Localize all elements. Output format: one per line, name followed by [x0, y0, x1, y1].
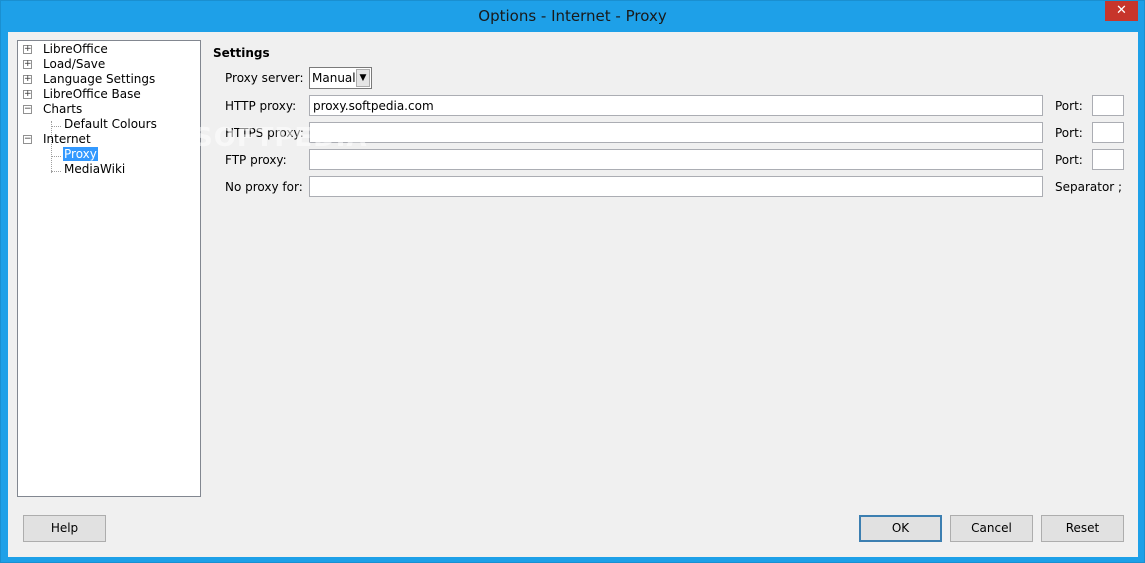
expand-icon[interactable]: +: [23, 60, 32, 69]
http-port-label: Port:: [1055, 99, 1083, 113]
close-button[interactable]: ✕: [1105, 1, 1138, 21]
tree-item-label: Charts: [43, 102, 83, 116]
tree-connector: [51, 156, 61, 157]
proxy-server-select[interactable]: Manual ▼: [309, 67, 372, 89]
proxy-server-label: Proxy server:: [225, 71, 304, 85]
ftp-port-input[interactable]: [1092, 149, 1124, 170]
tree-item-label: MediaWiki: [64, 162, 126, 176]
ok-button-label: OK: [891, 521, 910, 535]
separator-label: Separator ;: [1055, 180, 1123, 194]
title-bar[interactable]: Options - Internet - Proxy ✕: [1, 1, 1144, 32]
tree-item-label: Proxy: [63, 147, 98, 161]
no-proxy-input[interactable]: [309, 176, 1043, 197]
tree-item-label: Default Colours: [64, 117, 157, 131]
help-button[interactable]: Help: [23, 515, 106, 542]
tree-item-default-colours[interactable]: Default Colours: [64, 117, 157, 132]
reset-button-label: Reset: [1065, 521, 1100, 535]
ok-button[interactable]: OK: [859, 515, 942, 542]
expand-icon[interactable]: +: [23, 45, 32, 54]
reset-button[interactable]: Reset: [1041, 515, 1124, 542]
http-proxy-label: HTTP proxy:: [225, 99, 297, 113]
http-proxy-input[interactable]: [309, 95, 1043, 116]
tree-item-label: LibreOffice: [43, 42, 108, 56]
tree-item-proxy[interactable]: Proxy: [63, 147, 98, 162]
collapse-icon[interactable]: −: [23, 135, 32, 144]
tree-connector: [51, 126, 61, 127]
tree-connector: [51, 121, 52, 173]
window-title: Options - Internet - Proxy: [478, 7, 667, 25]
options-tree[interactable]: + LibreOffice + Load/Save + Language Set…: [17, 40, 201, 497]
collapse-icon[interactable]: −: [23, 105, 32, 114]
expand-icon[interactable]: +: [23, 75, 32, 84]
ftp-proxy-label: FTP proxy:: [225, 153, 287, 167]
https-port-label: Port:: [1055, 126, 1083, 140]
proxy-server-value: Manual: [312, 71, 356, 85]
no-proxy-label: No proxy for:: [225, 180, 303, 194]
watermark: SOFTPEDIA: [194, 123, 368, 153]
dialog-body: + LibreOffice + Load/Save + Language Set…: [8, 32, 1138, 557]
ftp-port-label: Port:: [1055, 153, 1083, 167]
tree-connector: [51, 171, 61, 172]
options-dialog: Options - Internet - Proxy ✕ + LibreOffi…: [0, 0, 1145, 563]
tree-item-label: Load/Save: [43, 57, 106, 71]
tree-item-label: Internet: [43, 132, 91, 146]
cancel-button[interactable]: Cancel: [950, 515, 1033, 542]
help-button-label: Help: [50, 521, 79, 535]
https-proxy-input[interactable]: [309, 122, 1043, 143]
tree-item-label: LibreOffice Base: [43, 87, 141, 101]
tree-item-label: Language Settings: [43, 72, 156, 86]
tree-item-mediawiki[interactable]: MediaWiki: [64, 162, 125, 177]
http-port-input[interactable]: [1092, 95, 1124, 116]
close-icon: ✕: [1116, 3, 1127, 18]
cancel-button-label: Cancel: [971, 521, 1012, 535]
expand-icon[interactable]: +: [23, 90, 32, 99]
chevron-down-icon[interactable]: ▼: [356, 69, 370, 87]
settings-heading: Settings: [213, 46, 270, 60]
https-port-input[interactable]: [1092, 122, 1124, 143]
ftp-proxy-input[interactable]: [309, 149, 1043, 170]
